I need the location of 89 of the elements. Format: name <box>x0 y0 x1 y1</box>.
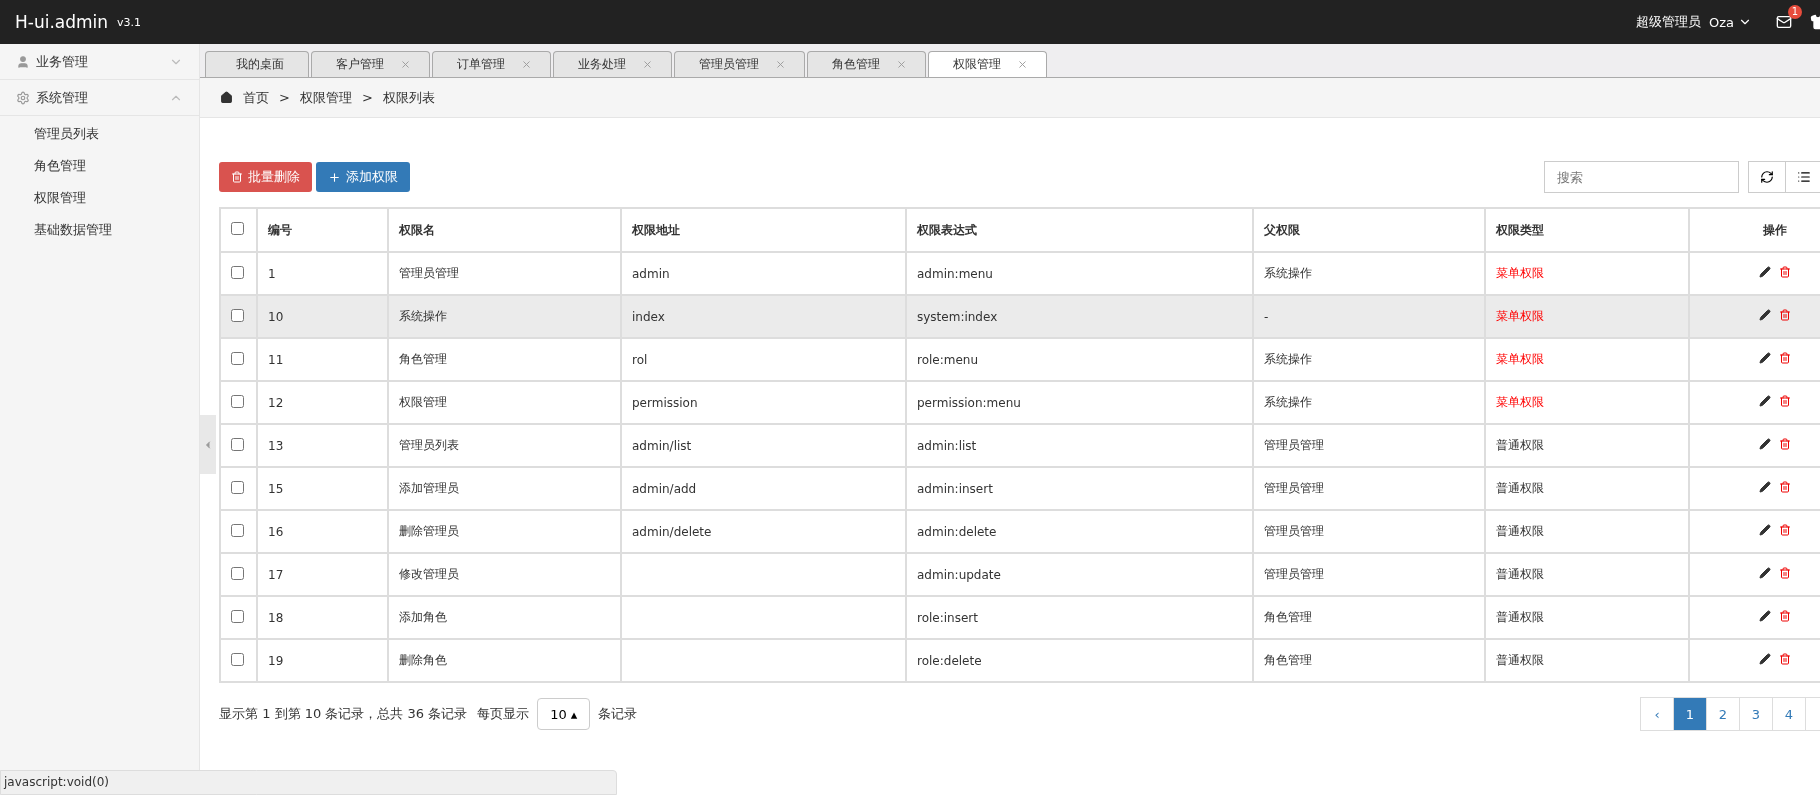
page-button[interactable]: 4 <box>1772 697 1806 731</box>
edit-icon[interactable] <box>1758 395 1771 407</box>
edit-icon[interactable] <box>1758 567 1771 579</box>
batch-delete-button[interactable]: 批量删除 <box>219 162 312 192</box>
tab[interactable]: 业务处理 <box>553 51 672 77</box>
delete-icon[interactable] <box>1778 438 1791 450</box>
column-header: 权限表达式 <box>906 208 1253 252</box>
sidebar-item[interactable]: 角色管理 <box>0 150 199 182</box>
edit-icon[interactable] <box>1758 438 1771 450</box>
breadcrumb-item[interactable]: 权限管理 <box>299 88 352 107</box>
sidebar-group[interactable]: 业务管理 <box>0 44 199 80</box>
delete-icon[interactable] <box>1778 352 1791 364</box>
row-checkbox[interactable] <box>231 566 244 580</box>
sidebar-item[interactable]: 权限管理 <box>0 182 199 214</box>
tab[interactable]: 管理员管理 <box>674 51 805 77</box>
tab[interactable]: 订单管理 <box>432 51 551 77</box>
breadcrumb-separator: > <box>279 90 290 105</box>
delete-icon[interactable] <box>1778 524 1791 536</box>
row-checkbox[interactable] <box>231 265 244 279</box>
row-checkbox[interactable] <box>231 437 244 451</box>
table-cell: role:delete <box>906 639 1253 682</box>
page-button[interactable]: 3 <box>1739 697 1773 731</box>
row-checkbox[interactable] <box>231 480 244 494</box>
delete-icon[interactable] <box>1778 653 1791 665</box>
refresh-button[interactable] <box>1748 161 1786 193</box>
edit-icon[interactable] <box>1758 266 1771 278</box>
delete-icon[interactable] <box>1778 395 1791 407</box>
app-logo: H-ui.admin <box>15 12 109 32</box>
notification-badge: 1 <box>1787 5 1802 19</box>
edit-icon[interactable] <box>1758 352 1771 364</box>
user-icon <box>16 54 30 69</box>
plus-icon <box>328 170 341 184</box>
add-button[interactable]: 添加权限 <box>316 162 410 192</box>
row-checkbox[interactable] <box>231 308 244 322</box>
breadcrumb-item[interactable]: 权限列表 <box>382 88 435 107</box>
column-header: 权限地址 <box>621 208 906 252</box>
edit-icon[interactable] <box>1758 309 1771 321</box>
collapse-handle[interactable] <box>200 415 216 474</box>
record-info: 显示第 1 到第 10 条记录，总共 36 条记录 <box>219 705 468 723</box>
row-checkbox[interactable] <box>231 394 244 408</box>
per-page-dropdown[interactable]: 10 ▴ <box>537 698 591 730</box>
mail-icon[interactable] <box>1776 14 1792 30</box>
sidebar-item[interactable]: 基础数据管理 <box>0 214 199 246</box>
sidebar-item[interactable]: 管理员列表 <box>0 118 199 150</box>
version-label: v3.1 <box>117 15 142 29</box>
column-header: 权限类型 <box>1485 208 1689 252</box>
list-button[interactable] <box>1785 161 1820 193</box>
select-all-checkbox[interactable] <box>231 222 244 235</box>
column-header: 父权限 <box>1253 208 1485 252</box>
per-page-label: 每页显示 <box>477 705 530 723</box>
row-checkbox[interactable] <box>231 609 244 623</box>
row-checkbox[interactable] <box>231 652 244 666</box>
tab[interactable]: 客户管理 <box>311 51 430 77</box>
edit-icon[interactable] <box>1758 653 1771 665</box>
row-checkbox[interactable] <box>231 523 244 537</box>
tab[interactable]: 我的桌面 <box>205 51 309 77</box>
list-icon <box>1797 170 1811 184</box>
per-page-suffix: 条记录 <box>598 705 638 723</box>
breadcrumb-separator: > <box>361 90 373 105</box>
user-role: 超级管理员 <box>1635 13 1701 31</box>
table-cell: 删除角色 <box>388 639 621 682</box>
page-button[interactable]: 1 <box>1673 697 1707 731</box>
gear-icon <box>16 90 30 105</box>
edit-icon[interactable] <box>1758 610 1771 622</box>
status-bar: javascript:void(0) <box>0 770 617 795</box>
delete-icon[interactable] <box>1778 610 1791 622</box>
edit-icon[interactable] <box>1758 524 1771 536</box>
tab[interactable]: 权限管理 <box>928 51 1047 77</box>
tab[interactable]: 角色管理 <box>807 51 926 77</box>
home-icon <box>220 91 233 104</box>
user-menu[interactable]: Oza <box>1708 14 1752 30</box>
trash-icon <box>231 171 243 183</box>
table-cell: 角色管理 <box>1253 639 1485 682</box>
delete-icon[interactable] <box>1778 567 1791 579</box>
delete-icon[interactable] <box>1778 481 1791 493</box>
table-cell: 19 <box>257 639 388 682</box>
delete-icon[interactable] <box>1778 266 1791 278</box>
sidebar-group[interactable]: 系统管理 <box>0 80 199 116</box>
page-button[interactable]: 2 <box>1706 697 1740 731</box>
search-field[interactable]: 搜索 <box>1544 161 1739 193</box>
close-icon[interactable] <box>1017 59 1028 70</box>
breadcrumb-item[interactable]: 首页 <box>243 88 269 107</box>
row-checkbox[interactable] <box>231 351 244 365</box>
edit-icon[interactable] <box>1758 481 1771 493</box>
page-button[interactable]: ‹ <box>1640 697 1674 731</box>
delete-icon[interactable] <box>1778 309 1791 321</box>
refresh-icon <box>1760 170 1774 184</box>
column-header: 权限名 <box>388 208 621 252</box>
table-cell: 普通权限 <box>1485 639 1689 682</box>
